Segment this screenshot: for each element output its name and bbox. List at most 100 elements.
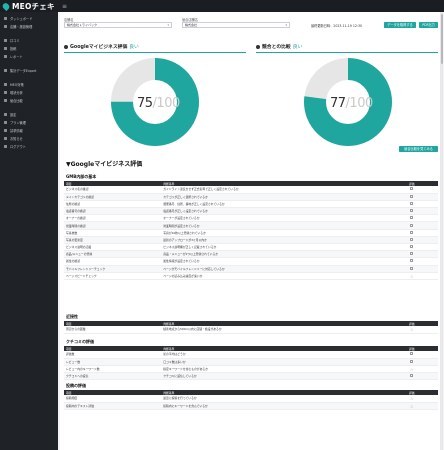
row-item: 電話番号の確認 <box>64 207 162 216</box>
card-divider <box>256 52 438 53</box>
check-icon <box>410 352 414 356</box>
row-eval <box>385 351 438 359</box>
main-content: 店舗名 株式会社トライバック ▾ 競合店舗名 株式会社 ▾ 最終更新日時：202… <box>60 12 442 450</box>
competitor-select[interactable]: 株式会社 ▾ <box>182 22 290 28</box>
row-eval <box>385 243 438 252</box>
check-icon <box>410 359 414 363</box>
sidebar-item[interactable]: 店舗・施設管理 <box>0 22 58 30</box>
sidebar-item-label: 集計データExport <box>10 68 37 73</box>
competitor-score-number: 77 <box>330 96 346 111</box>
row-criteria: 検索地点から500m以内に店舗・施設があるか <box>161 326 386 334</box>
logout-icon <box>4 144 7 148</box>
row-item: レビュー数 <box>64 358 162 366</box>
competitor-select-value: 株式会社 <box>185 23 198 27</box>
table-row: ビジネス説明の記載 ビジネス説明欄が正しく記載されているか <box>64 243 438 252</box>
gmb-status-badge: 良い <box>129 45 139 50</box>
table-row: 属性の確認 属性情報が設定されているか <box>64 257 438 266</box>
chevron-down-icon: ▾ <box>167 23 169 27</box>
table-row: クチコミへの返信 クチコミに返信しているか <box>64 372 438 381</box>
row-item: 住所の確認 <box>64 200 162 209</box>
warning-icon: △ <box>410 273 413 278</box>
row-criteria: 写真が10枚以上登録されているか <box>161 229 386 237</box>
table-row: ビジネス名の確認 ガイドライン違反をせず正式名称で正しく設定されているか <box>64 186 438 194</box>
sidebar-item-label: ダッシュボード <box>10 16 33 21</box>
row-item: 商品/メニューの登録 <box>64 250 162 259</box>
row-eval <box>385 250 438 259</box>
sidebar-item[interactable]: ダッシュボード <box>0 14 58 22</box>
row-criteria: 最新のアップロードが3ヶ月以内か <box>161 236 386 245</box>
view-competitor-button[interactable]: 競合比較を見てみる <box>399 146 438 152</box>
last-updated: 最終更新日時：2023-11-19 12:30 <box>311 24 363 28</box>
posts-table-title: 投稿の評価 <box>66 383 86 388</box>
plan-icon <box>4 120 7 124</box>
row-item: 写真枚数 <box>64 229 162 237</box>
table-row: レビュー数 口コミ数は多いか <box>64 358 438 366</box>
check-icon <box>410 201 414 205</box>
row-eval <box>385 207 438 216</box>
row-item: 投稿頻度 <box>64 395 162 403</box>
analysis-icon <box>4 90 7 94</box>
sidebar-item[interactable]: 競合比較 <box>0 96 58 104</box>
row-criteria: ページがモバイルフレンドリーに対応しているか <box>161 265 386 273</box>
sidebar-item[interactable]: 請求情報 <box>0 126 58 134</box>
compare-icon <box>4 98 7 102</box>
gmb-score-denominator: /100 <box>152 96 181 111</box>
scrollbar-thumb[interactable] <box>440 14 443 64</box>
gmb-score-card: Googleマイビジネス評価 良い <box>64 43 246 53</box>
gmb-score-number: 75 <box>137 96 153 111</box>
sidebar-item[interactable]: 集計データExport <box>0 66 58 74</box>
report-icon <box>4 54 7 58</box>
row-item: レビュー内のキーワード数 <box>64 365 162 374</box>
row-eval <box>385 236 438 245</box>
row-eval <box>385 229 438 237</box>
sidebar-item-label: プラン管理 <box>10 120 26 125</box>
sidebar-item-label: 設定 <box>10 112 17 117</box>
row-criteria: 商品・メニューが1つ以上登録されているか <box>161 250 386 259</box>
table-row: 写真の更新度 最新のアップロードが3ヶ月以内か <box>64 236 438 245</box>
row-item: ページスピードチェック <box>64 272 162 280</box>
row-eval: △ <box>385 272 438 280</box>
pdf-export-button[interactable]: PDF出力 <box>419 21 438 28</box>
row-criteria: 属性情報が設定されているか <box>161 257 386 266</box>
sidebar-item[interactable]: 設定 <box>0 110 58 118</box>
sidebar-item[interactable]: MEO対策 <box>0 80 58 88</box>
sidebar-item[interactable]: 口コミ <box>0 36 58 44</box>
row-eval <box>385 358 438 366</box>
sidebar-item[interactable]: ログアウト <box>0 142 58 150</box>
info-icon <box>256 44 260 49</box>
row-eval <box>385 193 438 201</box>
check-icon <box>410 230 414 234</box>
sidebar-item[interactable]: レポート <box>0 52 58 60</box>
row-item: 周辺からの距離 <box>64 326 162 334</box>
dashboard-icon <box>4 16 7 20</box>
sidebar-item[interactable]: 現状分析 <box>0 88 58 96</box>
row-item: クチコミへの返信 <box>64 372 162 381</box>
sidebar-item[interactable]: お知らせ <box>0 134 58 142</box>
row-item: ビジネス名の確認 <box>64 186 162 194</box>
proximity-table-title: 近接性 <box>66 314 78 319</box>
map-pin-icon <box>1 1 11 11</box>
sidebar-item[interactable]: プラン管理 <box>0 118 58 126</box>
table-row: メインカテゴリの確認 カテゴリが正しく選択されているか <box>64 193 438 201</box>
app-logo[interactable]: MEOチェキ <box>0 1 58 12</box>
sidebar-item-label: 口コミ <box>10 38 20 43</box>
fetch-data-button[interactable]: データを取得する <box>384 21 416 28</box>
check-icon <box>410 245 414 249</box>
sidebar-item[interactable]: 投稿 <box>0 44 58 52</box>
check-icon <box>410 374 414 378</box>
basic-table: 項目 判断基準 評価 ビジネス名の確認 ガイドライン違反をせず正式名称で正しく設定されて… <box>64 181 438 280</box>
section-title: ▼Googleマイビジネス評価 <box>66 161 143 168</box>
row-item: 写真の更新度 <box>64 236 162 245</box>
scrollbar[interactable] <box>440 12 443 450</box>
row-eval: △ <box>385 365 438 374</box>
store-select[interactable]: 株式会社トライバック ▾ <box>64 22 172 28</box>
menu-icon[interactable]: ≡ <box>62 3 67 10</box>
table-row: レビュー内のキーワード数 指定キーワードを含むものがあるか △ <box>64 365 438 374</box>
row-criteria: 星の平均はどうか <box>161 351 386 359</box>
table-row: ページスピードチェック ページの読み込み速度が速いか △ <box>64 272 438 280</box>
row-criteria: オーナーが設定されているか <box>161 214 386 223</box>
row-item: 投稿内のテキスト評価 <box>64 402 162 410</box>
row-criteria: 口コミ数は多いか <box>161 358 386 366</box>
row-item: オーナーの確認 <box>64 214 162 223</box>
competitor-score-value: 77/100 <box>330 96 373 111</box>
